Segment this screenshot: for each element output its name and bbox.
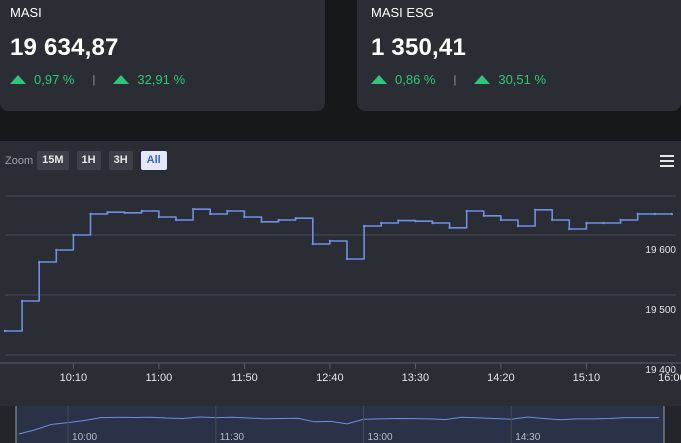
y-tick-label: 19 500: [645, 305, 676, 316]
daily-change: 0,97 %: [34, 72, 75, 87]
data-point: [243, 215, 246, 219]
data-point: [602, 221, 605, 225]
up-arrow-icon: [474, 75, 491, 84]
data-point: [465, 209, 468, 213]
data-point: [551, 218, 554, 222]
x-tick-label: 11:50: [231, 372, 258, 384]
data-point: [328, 239, 332, 243]
x-tick-label: 13:30: [402, 372, 430, 384]
navigator-tick-label: 11:30: [220, 432, 245, 443]
data-point: [209, 212, 212, 216]
x-tick-label: 14:20: [487, 372, 515, 384]
x-tick-label: 11:00: [146, 372, 173, 384]
up-arrow-icon: [371, 75, 387, 84]
data-point: [619, 218, 622, 222]
data-point: [157, 215, 161, 219]
separator: |: [92, 73, 96, 86]
up-arrow-icon: [10, 75, 26, 84]
daily-change: 0,86 %: [395, 72, 436, 87]
data-point: [123, 211, 126, 214]
index-value: 1 350,41: [371, 34, 467, 61]
data-point: [191, 208, 195, 211]
navigator-tick-label: 14:30: [515, 432, 540, 443]
navigator-tick-label: 13:00: [368, 432, 393, 443]
data-point: [311, 242, 314, 246]
data-point: [89, 212, 92, 216]
masi-esg-card[interactable]: MASI ESG 1 350,41 0,86 % | 30,51 %: [357, 0, 681, 111]
data-point: [397, 219, 400, 222]
data-point: [414, 220, 417, 223]
data-point: [636, 212, 639, 216]
x-tick-label: 15:10: [573, 372, 601, 384]
ytd-change: 32,91 %: [137, 72, 186, 87]
data-point: [38, 260, 41, 264]
separator: |: [453, 73, 457, 86]
navigator-tick-label: 10:00: [72, 432, 97, 443]
index-stats: 0,97 % | 32,91 %: [10, 72, 315, 87]
price-line: [5, 208, 672, 332]
x-tick-label: 12:40: [316, 372, 344, 384]
data-point: [345, 257, 349, 261]
index-value: 19 634,87: [10, 34, 119, 61]
data-point: [174, 218, 178, 222]
card-title: MASI ESG: [371, 5, 434, 20]
data-point: [20, 299, 24, 303]
y-tick-label: 19 600: [645, 245, 676, 256]
data-point: [362, 224, 366, 228]
data-point: [533, 208, 537, 211]
ytd-change: 30,51 %: [498, 72, 547, 87]
data-point: [670, 212, 674, 216]
data-point: [585, 221, 588, 225]
chart-panel: Zoom 15M 1H 3H All 19 400 19 500 19 600 10:…: [0, 141, 681, 443]
data-point: [482, 214, 485, 217]
data-point: [140, 209, 143, 213]
data-point: [277, 218, 280, 222]
data-point: [653, 212, 656, 216]
up-arrow-icon: [113, 75, 130, 84]
data-point: [3, 329, 7, 333]
data-point: [55, 248, 58, 252]
data-point: [260, 220, 263, 223]
data-point: [106, 211, 109, 214]
data-point: [294, 217, 297, 220]
index-stats: 0,86 % | 30,51 %: [371, 72, 671, 87]
data-point: [72, 233, 75, 237]
price-chart[interactable]: 19 40019 50019 60010:10 11:00 11:50 12:40 13…: [0, 141, 681, 443]
data-point: [380, 221, 383, 225]
x-tick-label: 16:00: [658, 372, 681, 384]
card-title: MASI: [10, 5, 42, 20]
data-point: [516, 224, 520, 228]
data-point: [226, 209, 229, 213]
navigator-selection: [16, 406, 664, 443]
data-point: [499, 218, 503, 222]
masi-card[interactable]: MASI 19 634,87 0,97 % | 32,91 %: [0, 0, 325, 111]
data-point: [568, 227, 571, 231]
x-tick-label: 10:10: [60, 372, 88, 384]
data-point: [448, 226, 451, 229]
data-point: [431, 221, 434, 225]
